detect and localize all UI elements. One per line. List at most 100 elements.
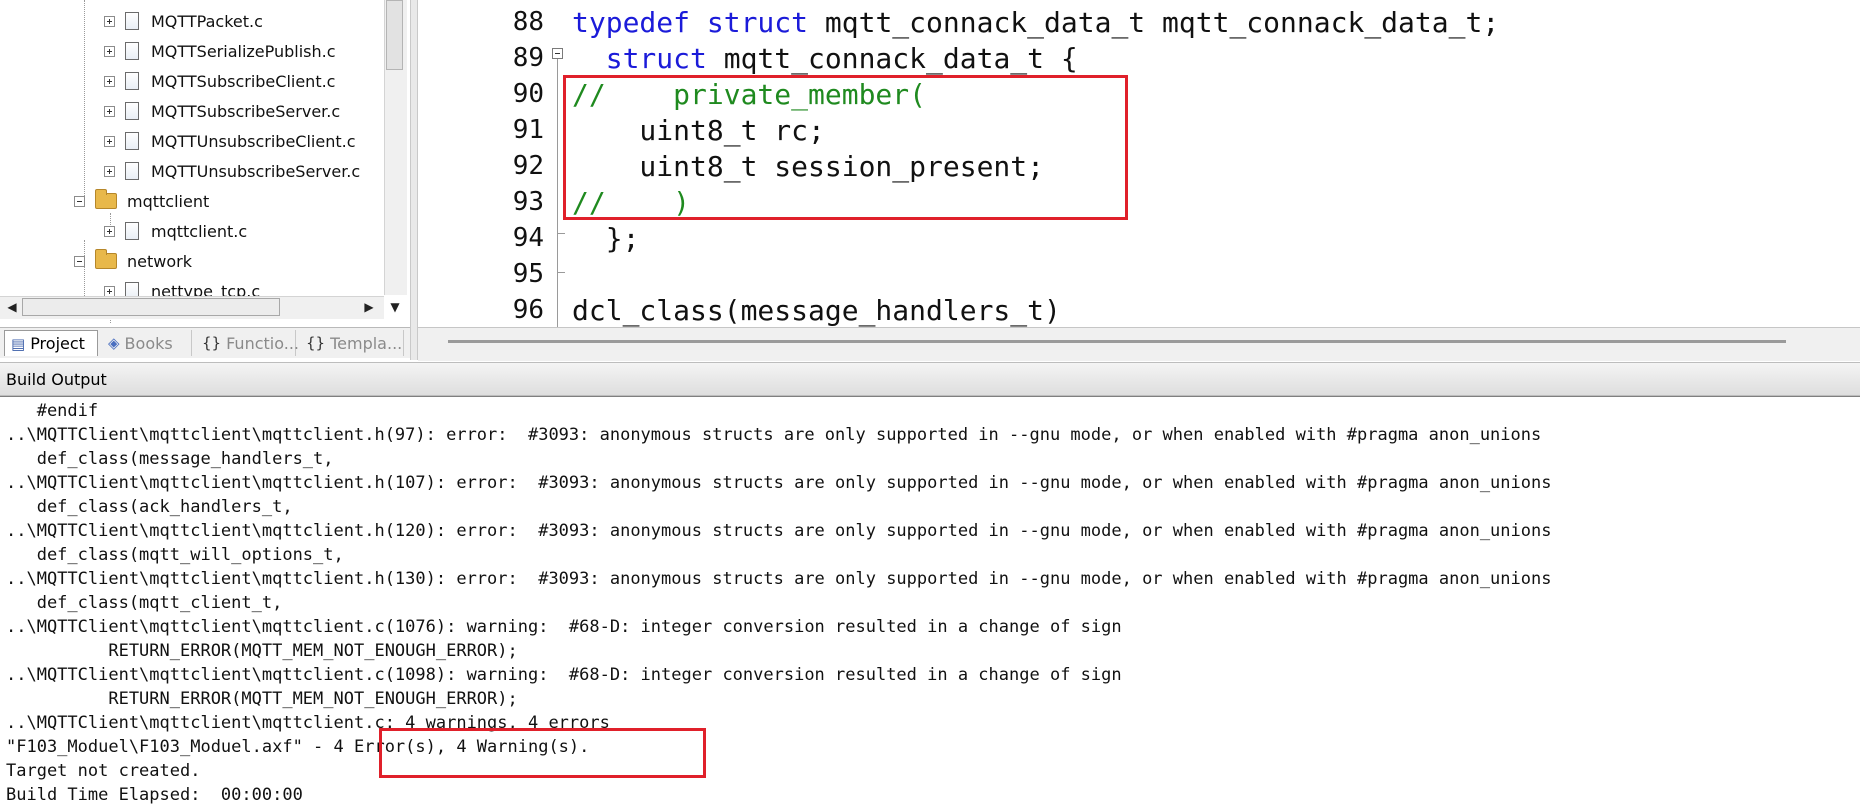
expand-icon[interactable] xyxy=(104,165,115,177)
build-output-line: RETURN_ERROR(MQTT_MEM_NOT_ENOUGH_ERROR); xyxy=(6,689,518,709)
code-token: typedef struct xyxy=(572,6,825,39)
collapse-icon[interactable] xyxy=(74,255,85,267)
line-number: 94 xyxy=(512,223,544,253)
file-icon xyxy=(125,72,139,90)
build-output-line: def_class(mqtt_will_options_t, xyxy=(6,545,344,565)
panel-splitter[interactable] xyxy=(410,0,418,360)
expand-icon[interactable] xyxy=(104,285,115,297)
code-line[interactable]: }; xyxy=(572,222,640,255)
build-output-line: def_class(mqtt_client_t, xyxy=(6,593,283,613)
code-token: struct xyxy=(572,42,724,75)
editor-horizontal-scroll-thumb[interactable] xyxy=(448,340,1786,343)
tree-vertical-scroll-thumb[interactable] xyxy=(386,0,403,70)
line-number: 93 xyxy=(512,187,544,217)
tab-label: Project xyxy=(30,334,85,353)
build-output-line: def_class(message_handlers_t, xyxy=(6,449,334,469)
tab-project[interactable]: ▤ Project xyxy=(4,330,98,356)
line-number: 88 xyxy=(512,7,544,37)
collapse-icon[interactable] xyxy=(74,195,85,207)
expand-icon[interactable] xyxy=(104,45,115,57)
file-icon xyxy=(125,12,139,30)
tree-item-mqttpacket[interactable]: MQTTPacket.c xyxy=(104,8,263,34)
build-output-line: RETURN_ERROR(MQTT_MEM_NOT_ENOUGH_ERROR); xyxy=(6,641,518,661)
project-icon: ▤ xyxy=(11,334,26,353)
tree-item-mqttunsubscribeclient[interactable]: MQTTUnsubscribeClient.c xyxy=(104,128,356,154)
build-output-line: ..\MQTTClient\mqttclient\mqttclient.h(10… xyxy=(6,473,1552,493)
line-number: 91 xyxy=(512,115,544,145)
build-output-line: #endif xyxy=(6,401,99,421)
collapse-icon[interactable] xyxy=(552,48,563,59)
books-icon: ◈ xyxy=(108,334,120,352)
scroll-left-icon[interactable]: ◀ xyxy=(3,298,21,316)
fold-end-marker xyxy=(557,233,565,234)
tree-item-label: mqttclient.c xyxy=(151,221,248,241)
highlight-box-private-member xyxy=(563,75,1128,220)
build-output-line: ..\MQTTClient\mqttclient\mqttclient.c(10… xyxy=(6,617,1122,637)
tree-item-label: network xyxy=(127,251,192,271)
tree-item-mqttserializepublish[interactable]: MQTTSerializePublish.c xyxy=(104,38,336,64)
highlight-box-error-count xyxy=(379,728,706,778)
build-output-line: ..\MQTTClient\mqttclient\mqttclient.h(97… xyxy=(6,425,1542,445)
line-number: 96 xyxy=(512,295,544,325)
expand-icon[interactable] xyxy=(104,105,115,117)
tree-folder-network[interactable]: network xyxy=(74,248,192,274)
tree-item-label: MQTTPacket.c xyxy=(151,11,263,31)
expand-icon[interactable] xyxy=(104,75,115,87)
tree-horizontal-scroll-thumb[interactable] xyxy=(22,298,280,316)
tree-item-mqttsubscribeserver[interactable]: MQTTSubscribeServer.c xyxy=(104,98,340,124)
functions-icon: {} xyxy=(202,334,222,352)
fold-guide xyxy=(557,58,558,328)
file-icon xyxy=(125,102,139,120)
tree-item-label: MQTTSubscribeServer.c xyxy=(151,101,341,121)
code-token: mqtt_connack_data_t mqtt_connack_data_t; xyxy=(824,6,1500,39)
templates-icon: {} xyxy=(306,334,326,352)
line-number: 95 xyxy=(512,259,544,289)
line-number: 90 xyxy=(512,79,544,109)
line-number: 92 xyxy=(512,151,544,181)
folder-icon xyxy=(95,189,117,209)
build-output-line: Build Time Elapsed: 00:00:00 xyxy=(6,785,303,805)
tab-label: Functio... xyxy=(226,333,299,353)
tree-item-label: MQTTUnsubscribeClient.c xyxy=(151,131,356,151)
file-icon xyxy=(125,132,139,150)
build-output-line: def_class(ack_handlers_t, xyxy=(6,497,293,517)
project-tree[interactable]: MQTTPacket.c MQTTSerializePublish.c MQTT… xyxy=(0,0,410,327)
tree-item-mqttsubscribeclient[interactable]: MQTTSubscribeClient.c xyxy=(104,68,335,94)
tree-folder-mqttclient[interactable]: mqttclient xyxy=(74,188,209,214)
expand-icon[interactable] xyxy=(104,135,115,147)
tab-books[interactable]: ◈ Books xyxy=(102,330,192,356)
build-output-line: Target not created. xyxy=(6,761,201,781)
code-line[interactable]: typedef struct mqtt_connack_data_t mqtt_… xyxy=(572,6,1499,39)
file-icon xyxy=(125,162,139,180)
code-token: dcl_class(message_handlers_t) xyxy=(572,294,1061,327)
tree-item-label: MQTTSerializePublish.c xyxy=(151,41,336,61)
tree-item-label: mqttclient xyxy=(127,191,210,211)
tab-functions[interactable]: {} Functio... xyxy=(196,330,299,356)
code-token: mqtt_connack_data_t { xyxy=(723,42,1078,75)
file-icon xyxy=(125,222,139,240)
tree-item-label: MQTTSubscribeClient.c xyxy=(151,71,336,91)
editor-horizontal-scrollbar[interactable] xyxy=(418,327,1860,361)
line-number: 89 xyxy=(512,43,544,73)
fold-end-marker xyxy=(557,272,565,273)
tree-item-mqttclient-c[interactable]: mqttclient.c xyxy=(104,218,247,244)
file-icon xyxy=(125,42,139,60)
tree-item-label: MQTTUnsubscribeServer.c xyxy=(151,161,361,181)
expand-icon[interactable] xyxy=(104,225,115,237)
expand-icon[interactable] xyxy=(104,15,115,27)
build-output-line: ..\MQTTClient\mqttclient\mqttclient.c(10… xyxy=(6,665,1122,685)
code-token: }; xyxy=(572,222,640,255)
build-output-line: ..\MQTTClient\mqttclient\mqttclient.h(12… xyxy=(6,521,1552,541)
code-line[interactable]: dcl_class(message_handlers_t) xyxy=(572,294,1061,327)
tree-item-mqttunsubscribeserver[interactable]: MQTTUnsubscribeServer.c xyxy=(104,158,360,184)
tab-templates[interactable]: {} Templa... xyxy=(300,330,404,356)
tab-label: Templa... xyxy=(330,333,403,353)
folder-icon xyxy=(95,249,117,269)
build-output-title: Build Output xyxy=(6,370,107,389)
code-line[interactable]: struct mqtt_connack_data_t { xyxy=(572,42,1078,75)
build-output-line: ..\MQTTClient\mqttclient\mqttclient.h(13… xyxy=(6,569,1552,589)
chevron-down-icon[interactable]: ▼ xyxy=(386,298,404,316)
tab-label: Books xyxy=(124,333,173,353)
build-output-header xyxy=(0,362,1860,396)
scroll-right-icon[interactable]: ▶ xyxy=(360,298,378,316)
